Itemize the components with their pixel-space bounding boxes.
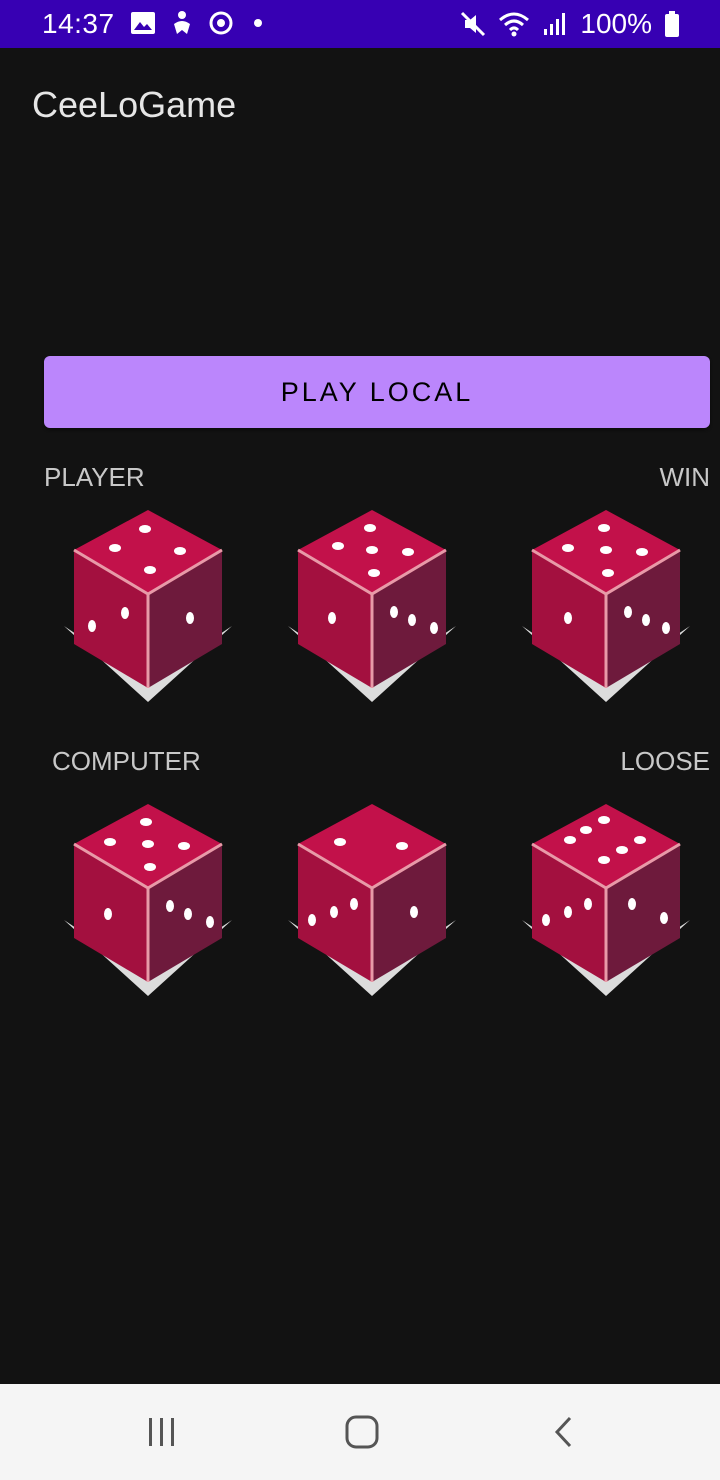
back-icon [554, 1416, 572, 1448]
recents-icon [149, 1418, 174, 1446]
play-local-button[interactable]: PLAY LOCAL [44, 356, 710, 428]
home-icon [345, 1415, 379, 1449]
player-label: PLAYER [44, 462, 145, 492]
recents-button[interactable] [130, 1400, 194, 1464]
battery-percent: 100% [580, 8, 652, 39]
computer-die-1 [64, 804, 232, 996]
player-die-2 [288, 510, 456, 702]
image-icon [131, 12, 155, 34]
player-result: WIN [659, 462, 710, 492]
player-die-3 [522, 510, 690, 702]
mute-icon [461, 11, 486, 37]
computer-label: COMPUTER [52, 746, 201, 776]
home-button[interactable] [330, 1400, 394, 1464]
status-time: 14:37 [42, 8, 115, 39]
player-die-1 [64, 510, 232, 702]
dot-icon [254, 19, 262, 27]
computer-result: LOOSE [620, 746, 710, 776]
sync-icon [209, 11, 233, 35]
computer-die-2 [288, 804, 456, 996]
signal-icon [544, 13, 566, 35]
computer-die-3 [522, 804, 690, 996]
status-bar: 14:37 100% [0, 0, 720, 48]
navigation-bar [0, 1384, 720, 1480]
battery-icon [665, 11, 679, 37]
back-button[interactable] [532, 1400, 596, 1464]
accessibility-icon [174, 11, 190, 34]
app-title: CeeLoGame [32, 84, 237, 125]
wifi-icon [499, 12, 530, 37]
